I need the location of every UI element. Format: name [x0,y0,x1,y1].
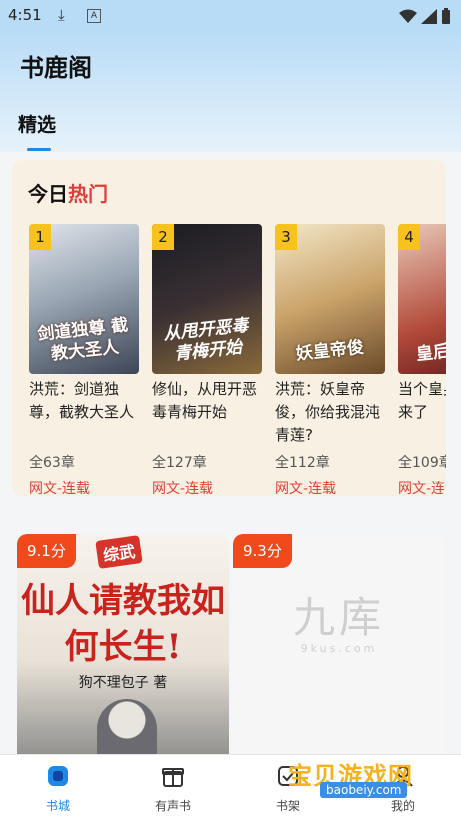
wifi-icon [399,9,417,23]
status-bar: 4:51 ⤓ A [0,0,461,32]
status-icons [399,8,451,24]
nav-label: 我的 [390,799,415,813]
book-tag: 网文-连载 [152,481,214,496]
download-icon: ⤓ [58,6,65,24]
book-title: 洪荒：剑道独尊，截教大圣人 [29,380,135,421]
cover-title: 九库 [292,593,385,642]
book-title: 洪荒：妖皇帝俊，你给我混沌青莲? [275,380,381,444]
cover-title: 皇后 送来 [415,337,446,365]
book-cover[interactable]: 皇后 送来 4 [398,224,446,374]
score-badge: 9.1分 [17,534,76,568]
battery-icon [442,8,450,24]
hot-title-highlight: 热门 [68,182,108,206]
nav-label: 书城 [45,799,70,813]
tab-underline [27,148,51,151]
tab-featured[interactable]: 精选 [18,110,56,137]
book-item[interactable]: 剑道独尊 截教大圣人 1 洪荒：剑道独尊，截教大圣人 全63章 网文-连载 [29,224,139,496]
nav-item-audiobook[interactable]: 有声书 [138,763,208,814]
book-title: 修仙，从甩开恶毒青梅开始 [152,380,258,421]
rank-badge: 2 [152,224,174,250]
cover-subtitle: 9kus.com [300,642,378,655]
gift-icon [162,768,184,787]
cover-title: 剑道独尊 截教大圣人 [36,315,130,365]
book-chapters: 全109章 [398,455,446,471]
cover-title: 妖皇帝俊 [295,337,365,365]
hot-today-section: 今日热门 剑道独尊 截教大圣人 1 洪荒：剑道独尊，截教大圣人 全63章 网文-… [12,160,446,496]
hot-section-title: 今日热门 [28,178,108,207]
watermark-url: baobeiy.com [320,782,408,798]
book-cover[interactable]: 从甩开恶毒 青梅开始 2 [152,224,262,374]
nav-label: 书架 [275,799,300,813]
rank-badge: 4 [398,224,420,250]
book-item[interactable]: 从甩开恶毒 青梅开始 2 修仙，从甩开恶毒青梅开始 全127章 网文-连载 [152,224,262,496]
recommend-card[interactable]: 9.3分 九库 9kus.com [233,534,445,764]
book-tag: 网文-连载 [398,481,446,496]
book-tag: 网文-连载 [275,481,337,496]
app-header: 书鹿阁 精选 [0,32,461,152]
cover-title: 仙人请教我如何长生! [21,581,225,667]
rank-badge: 1 [29,224,51,250]
cover-badge: 综武 [95,535,143,569]
book-chapters: 全112章 [275,455,330,471]
book-item[interactable]: 皇后 送来 4 当个皇身，我送来了 全109章 网文-连载 [398,224,446,496]
book-chapters: 全127章 [152,455,207,471]
notification-a-icon: A [87,9,101,23]
cover-title: 从甩开恶毒 青梅开始 [162,315,250,365]
rank-badge: 3 [275,224,297,250]
score-badge: 9.3分 [233,534,292,568]
nav-label: 有声书 [154,799,191,813]
hot-title-plain: 今日 [28,182,68,206]
bookstore-icon [48,766,68,786]
recommend-card[interactable]: 9.1分 综武 仙人请教我如何长生! 狗不理包子 著 [17,534,229,764]
book-title: 当个皇身，我送来了 [398,380,446,421]
book-cover[interactable]: 妖皇帝俊 3 [275,224,385,374]
status-time: 4:51 [8,6,42,24]
book-tag: 网文-连载 [29,481,91,496]
book-cover[interactable]: 剑道独尊 截教大圣人 1 [29,224,139,374]
app-title: 书鹿阁 [20,54,92,82]
signal-icon [421,8,437,24]
book-item[interactable]: 妖皇帝俊 3 洪荒：妖皇帝俊，你给我混沌青莲? 全112章 网文-连载 [275,224,385,496]
nav-item-bookstore[interactable]: 书城 [23,763,93,814]
book-chapters: 全63章 [29,455,75,471]
cover-author: 狗不理包子 著 [78,675,168,691]
